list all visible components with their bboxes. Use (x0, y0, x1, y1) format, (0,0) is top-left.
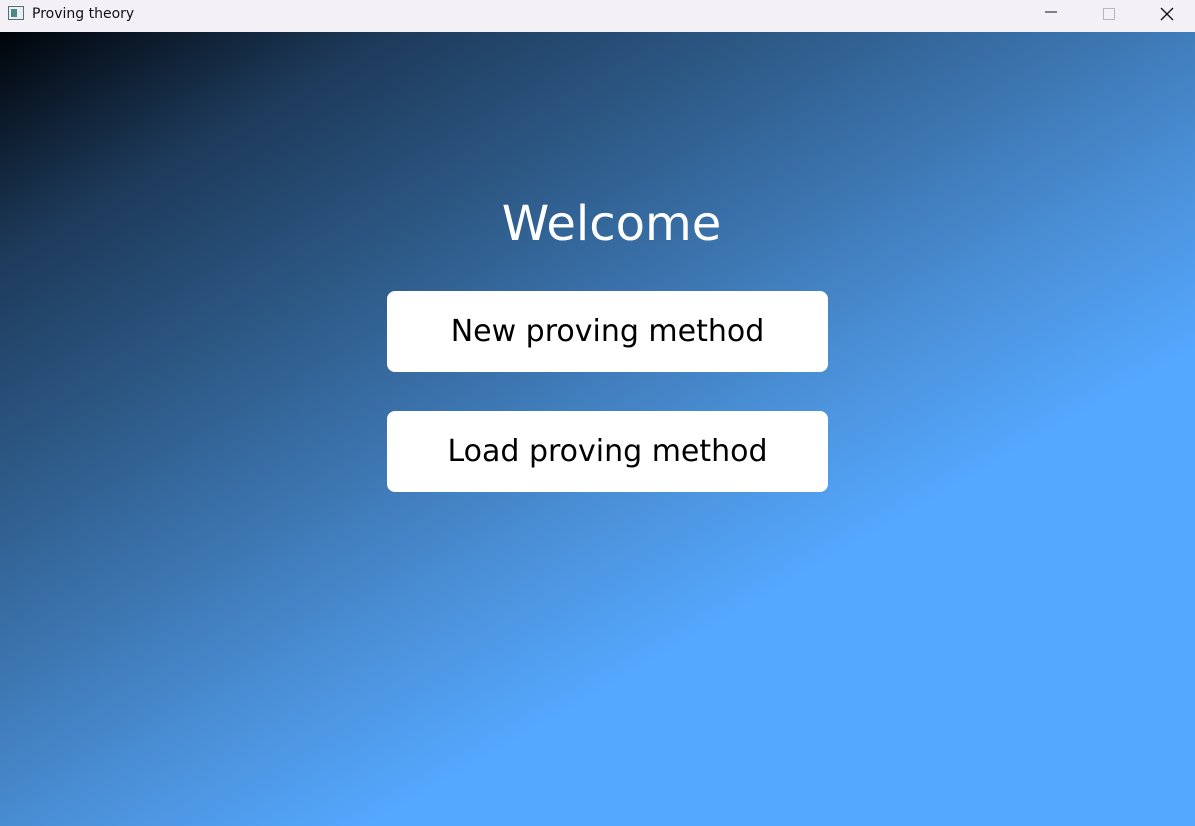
maximize-icon (1103, 8, 1115, 20)
new-proving-method-button[interactable]: New proving method (387, 291, 828, 372)
load-proving-method-button[interactable]: Load proving method (387, 411, 828, 492)
close-button[interactable] (1138, 0, 1195, 28)
app-window-icon (8, 6, 24, 20)
close-icon (1160, 7, 1174, 21)
maximize-button[interactable] (1080, 0, 1138, 28)
welcome-screen: Welcome New proving method Load proving … (0, 32, 1195, 826)
minimize-button[interactable] (1022, 0, 1080, 28)
minimize-icon (1045, 11, 1057, 13)
title-bar[interactable]: Proving theory (0, 0, 1195, 32)
welcome-heading: Welcome (501, 196, 722, 252)
app-window: Proving theory Welcome New proving metho… (0, 0, 1195, 826)
window-title: Proving theory (32, 6, 135, 22)
